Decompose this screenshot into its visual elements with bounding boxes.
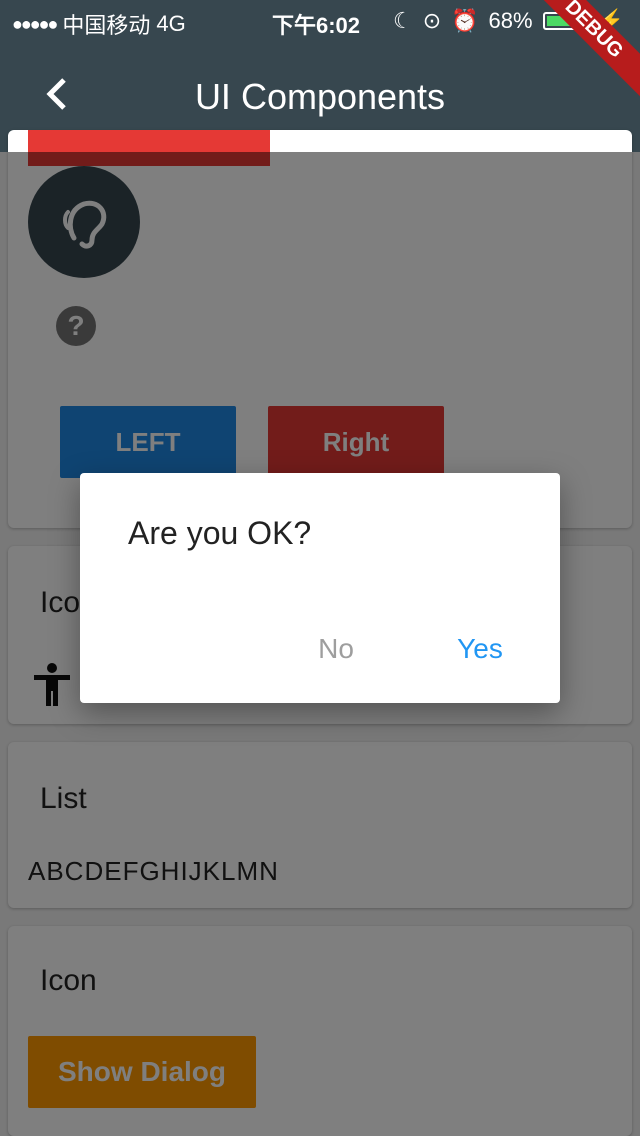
alert-dialog: Are you OK? No Yes	[80, 473, 560, 703]
signal-dots-icon: ●●●●●	[12, 13, 58, 34]
dialog-title: Are you OK?	[128, 515, 312, 551]
carrier-label: 中国移动	[62, 13, 151, 38]
status-time: 下午6:02	[272, 13, 361, 38]
page-title: UI Components	[194, 76, 446, 117]
no-button[interactable]: No	[306, 633, 366, 665]
battery-percent: 68%	[488, 8, 533, 33]
status-bar: ●●●●● 中国移动 4G 下午6:02 ☾ ⊙ ⏰ 68% ⚡	[0, 0, 640, 40]
moon-icon: ☾	[392, 8, 413, 33]
rotation-lock-icon: ⊙	[422, 8, 442, 33]
alarm-icon: ⏰	[451, 8, 479, 33]
network-label: 4G	[156, 11, 186, 36]
yes-button[interactable]: Yes	[450, 633, 510, 665]
